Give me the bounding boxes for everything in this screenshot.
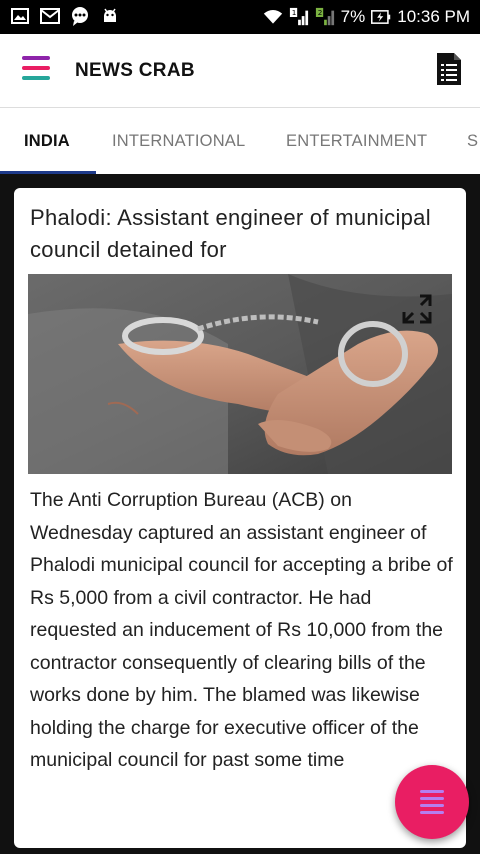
tab-partial[interactable]: S <box>467 132 478 151</box>
android-icon <box>100 6 120 26</box>
document-list-icon[interactable] <box>436 52 462 86</box>
signal-sim2-icon: 2 <box>315 7 335 27</box>
menu-line <box>420 797 444 800</box>
battery-icon <box>371 7 391 27</box>
system-status: 1 2 7% 10:36 PM <box>263 0 470 34</box>
menu-line <box>420 804 444 807</box>
menu-line <box>22 56 50 60</box>
menu-button[interactable] <box>22 56 50 86</box>
tab-entertainment[interactable]: ENTERTAINMENT <box>286 132 427 151</box>
tab-india[interactable]: INDIA <box>24 132 70 151</box>
app-title: NEWS CRAB <box>75 60 195 81</box>
menu-line <box>22 76 50 80</box>
menu-line <box>22 66 50 70</box>
article-image[interactable] <box>28 274 452 474</box>
wifi-icon <box>263 7 283 27</box>
svg-text:1: 1 <box>291 8 296 17</box>
category-tabs: INDIA INTERNATIONAL ENTERTAINMENT S <box>0 108 480 174</box>
status-bar: 1 2 7% 10:36 PM <box>0 0 480 34</box>
news-feed[interactable]: Phalodi: Assistant engineer of municipal… <box>0 174 480 854</box>
chat-icon <box>70 6 90 26</box>
article-headline[interactable]: Phalodi: Assistant engineer of municipal… <box>30 202 450 266</box>
news-card[interactable]: Phalodi: Assistant engineer of municipal… <box>14 188 466 848</box>
floating-menu-button[interactable] <box>395 765 469 839</box>
signal-sim1-icon: 1 <box>289 7 309 27</box>
battery-percent: 7% <box>340 7 366 26</box>
menu-line <box>420 790 444 793</box>
expand-icon[interactable] <box>400 292 434 326</box>
email-icon <box>40 6 60 26</box>
menu-icon <box>420 786 444 818</box>
menu-line <box>420 811 444 814</box>
notification-icons <box>10 6 120 26</box>
tab-international[interactable]: INTERNATIONAL <box>112 132 245 151</box>
app-bar: NEWS CRAB <box>0 34 480 108</box>
svg-text:2: 2 <box>317 8 322 17</box>
clock: 10:36 PM <box>397 7 470 26</box>
image-icon <box>10 6 30 26</box>
article-body[interactable]: The Anti Corruption Bureau (ACB) on Wedn… <box>30 484 454 777</box>
